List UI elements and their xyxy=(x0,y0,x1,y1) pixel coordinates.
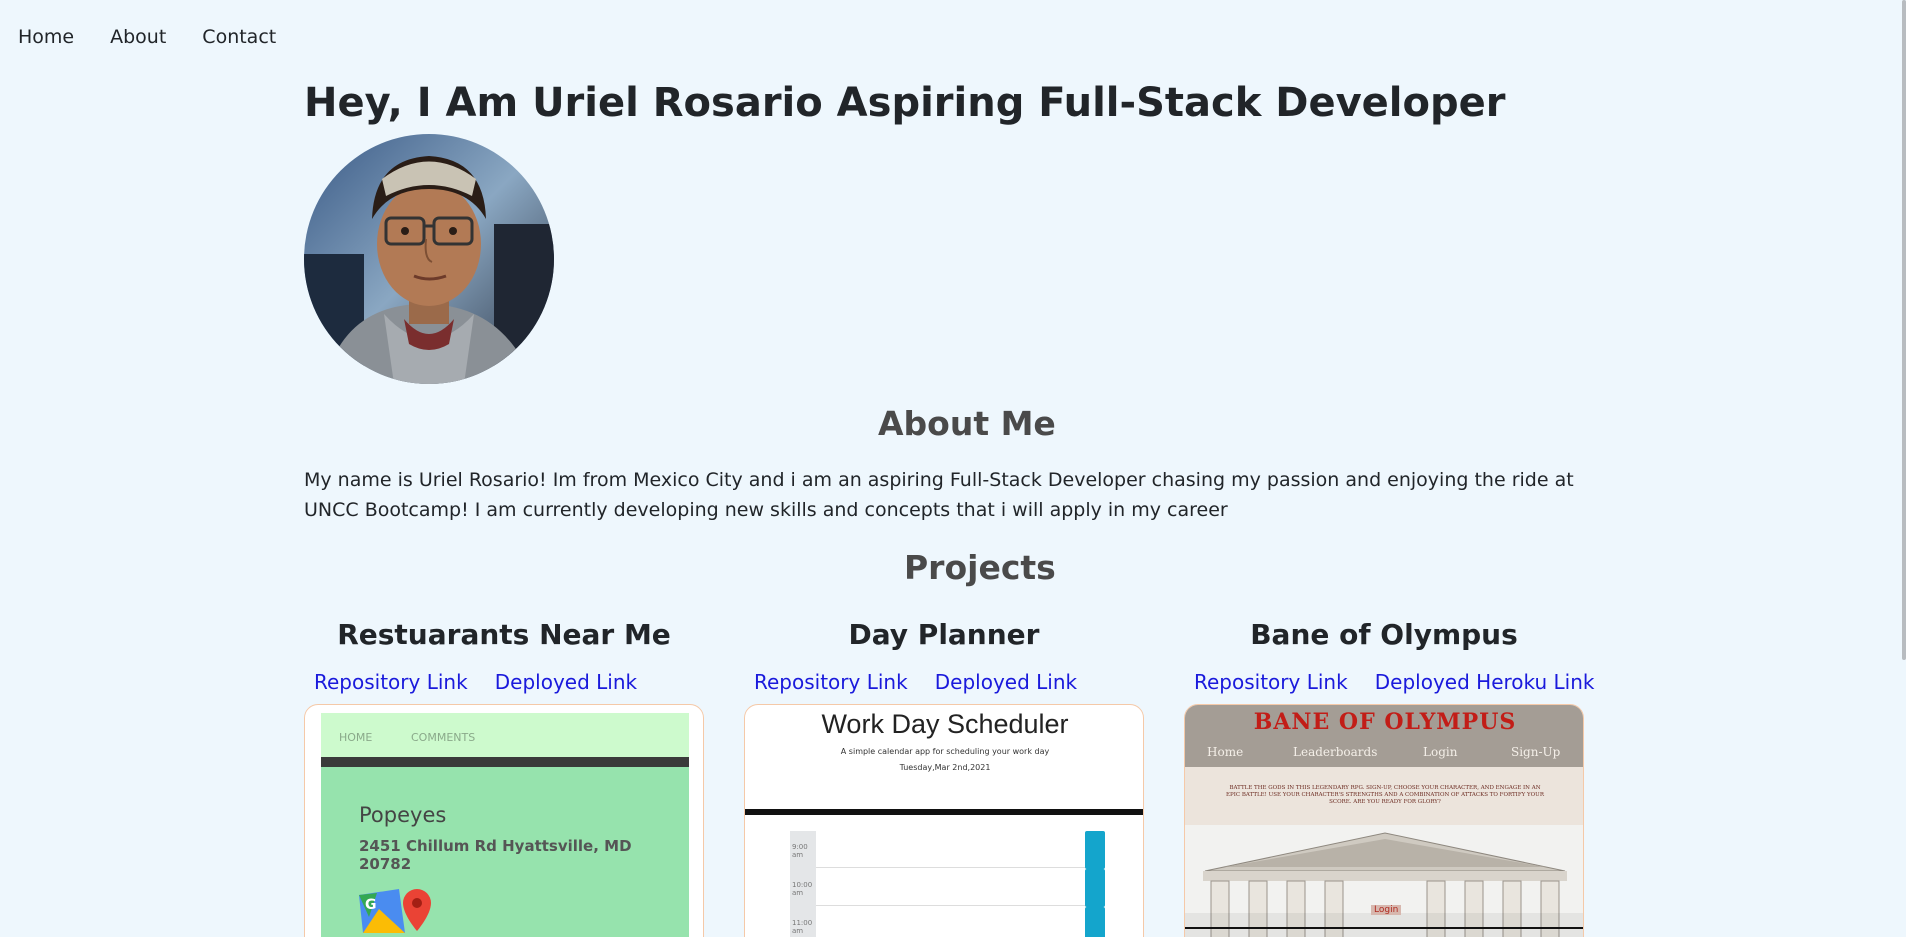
avatar xyxy=(304,134,554,384)
preview-hour-label: 9:00 am xyxy=(790,831,816,869)
project-links: Repository Link Deployed Heroku Link xyxy=(1184,670,1594,700)
project-title: Restuarants Near Me xyxy=(337,618,671,651)
project-card-restaurants: Restuarants Near Me Repository Link Depl… xyxy=(304,612,704,937)
preview-nav-item: Sign-Up xyxy=(1511,745,1561,759)
preview-heading: Work Day Scheduler xyxy=(821,709,1069,739)
preview-login-button: Login xyxy=(1371,905,1402,915)
deployed-link[interactable]: Deployed Link xyxy=(935,670,1077,694)
lock-icon xyxy=(1085,907,1105,937)
project-screenshot[interactable]: BANE OF OLYMPUS Home Leaderboards Login … xyxy=(1184,704,1584,937)
preview-hour-rows: 9:00 am 10:00 am 11:00 am xyxy=(790,831,1105,937)
project-title: Day Planner xyxy=(848,618,1040,651)
project-title: Bane of Olympus xyxy=(1250,618,1518,651)
page-title: Hey, I Am Uriel Rosario Aspiring Full-St… xyxy=(304,80,1506,126)
project-links: Repository Link Deployed Link xyxy=(304,670,704,700)
preview-nav-item: Login xyxy=(1423,745,1458,759)
project-card-bane-of-olympus: Bane of Olympus Repository Link Deployed… xyxy=(1184,612,1594,937)
projects-heading: Projects xyxy=(904,548,1056,587)
preview-heading: BANE OF OLYMPUS xyxy=(1253,709,1517,735)
nav-home-link[interactable]: Home xyxy=(18,26,74,48)
project-screenshot[interactable]: HOME COMMENTS Popeyes 2451 Chillum Rd Hy… xyxy=(304,704,704,937)
project-screenshot[interactable]: Work Day Scheduler A simple calendar app… xyxy=(744,704,1144,937)
preview-nav-home: HOME xyxy=(339,731,373,744)
preview-nav-comments: COMMENTS xyxy=(411,731,476,744)
nav-contact-link[interactable]: Contact xyxy=(202,26,276,48)
preview-card: Popeyes 2451 Chillum Rd Hyattsville, MD … xyxy=(321,767,689,937)
svg-text:G: G xyxy=(365,897,377,913)
project-card-day-planner: Day Planner Repository Link Deployed Lin… xyxy=(744,612,1144,937)
preview-nav-item: Leaderboards xyxy=(1293,745,1378,759)
preview-header: BANE OF OLYMPUS Home Leaderboards Login … xyxy=(1185,705,1583,767)
scrollbar[interactable] xyxy=(1902,0,1906,937)
preview-subtitle: A simple calendar app for scheduling you… xyxy=(840,747,1050,756)
about-heading: About Me xyxy=(878,404,1056,443)
project-links: Repository Link Deployed Link xyxy=(744,670,1144,700)
repository-link[interactable]: Repository Link xyxy=(314,670,468,694)
preview-nav-item: Home xyxy=(1207,745,1244,759)
preview-navbar: HOME COMMENTS xyxy=(321,713,689,757)
repository-link[interactable]: Repository Link xyxy=(754,670,908,694)
lock-icon xyxy=(1085,869,1105,907)
repository-link[interactable]: Repository Link xyxy=(1194,670,1348,694)
preview-date: Tuesday,Mar 2nd,2021 xyxy=(899,763,991,772)
preview-blurb: BATTLE THE GODS IN THIS LEGENDARY RPG. S… xyxy=(1226,785,1544,805)
lock-icon xyxy=(1085,831,1105,869)
map-pin-icon: G xyxy=(359,889,431,933)
preview-restaurant-name: Popeyes xyxy=(359,803,447,827)
deployed-link[interactable]: Deployed Heroku Link xyxy=(1375,670,1595,694)
nav-about-link[interactable]: About xyxy=(110,26,166,48)
preview-hour-label: 10:00 am xyxy=(790,869,816,907)
preview-address: 2451 Chillum Rd Hyattsville, MD 20782 xyxy=(359,837,632,873)
preview-hour-label: 11:00 am xyxy=(790,907,816,937)
deployed-link[interactable]: Deployed Link xyxy=(495,670,637,694)
scrollbar-thumb[interactable] xyxy=(1902,0,1906,660)
top-nav: Home About Contact xyxy=(18,26,312,48)
about-text: My name is Uriel Rosario! Im from Mexico… xyxy=(304,469,1574,521)
temple-image xyxy=(1185,825,1583,937)
